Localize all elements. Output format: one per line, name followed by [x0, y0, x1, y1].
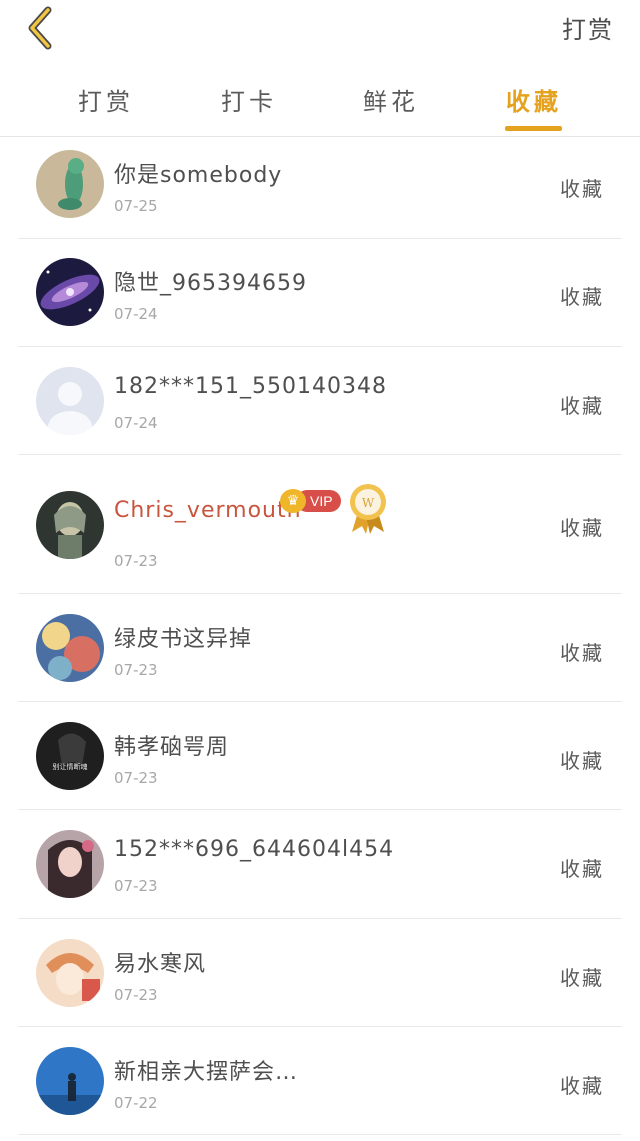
girl-portrait-avatar: [36, 830, 104, 898]
reward-button[interactable]: 打赏: [562, 10, 614, 45]
anime-character-avatar: [36, 491, 104, 559]
user-name: Chris_vermouth: [114, 498, 302, 523]
green-figure-avatar: [36, 150, 104, 218]
user-name: 绿皮书这异掉: [114, 627, 253, 652]
list-item[interactable]: 152***696_644604l454 07-23 收藏: [18, 809, 622, 919]
svg-text:W: W: [362, 496, 375, 510]
date: 07-23: [114, 877, 158, 895]
date: 07-24: [114, 305, 158, 323]
default-person-avatar: [36, 367, 104, 435]
blue-silhouette-avatar: [36, 1047, 104, 1115]
user-name: 韩孝硇咢周: [114, 735, 230, 760]
list-item[interactable]: 绿皮书这异掉 07-23 收藏: [18, 593, 622, 702]
list-item[interactable]: 你是somebody 07-25 收藏: [18, 137, 622, 239]
user-name: 易水寒风: [114, 952, 207, 977]
gold-medal-icon: W: [350, 484, 386, 534]
date: 07-23: [114, 552, 158, 570]
avatar: [36, 830, 104, 898]
avatar: 别让情断魂: [36, 722, 104, 790]
favorite-label: 收藏: [560, 749, 604, 773]
list-item[interactable]: 别让情断魂 韩孝硇咢周 07-23 收藏: [18, 701, 622, 810]
user-name: 你是somebody: [114, 163, 283, 188]
dark-portrait-avatar: 别让情断魂: [36, 722, 104, 790]
favorite-label: 收藏: [560, 394, 604, 418]
user-name: 隐世_965394659: [114, 271, 307, 296]
chevron-left-icon: [28, 6, 52, 50]
avatar: [36, 258, 104, 326]
tab-reward[interactable]: 打赏: [66, 82, 146, 117]
list-item[interactable]: 易水寒风 07-23 收藏: [18, 918, 622, 1027]
avatar: [36, 1047, 104, 1115]
crown-icon: ♛: [280, 489, 306, 513]
favorite-label: 收藏: [560, 857, 604, 881]
date: 07-25: [114, 197, 158, 215]
favorite-label: 收藏: [560, 516, 604, 540]
avatar: [36, 614, 104, 682]
tab-favorites[interactable]: 收藏: [494, 82, 574, 117]
list-item[interactable]: 新相亲大摆萨会… 07-22 收藏: [18, 1026, 622, 1135]
date: 07-23: [114, 661, 158, 679]
avatar: [36, 939, 104, 1007]
date: 07-23: [114, 769, 158, 787]
favorite-label: 收藏: [560, 177, 604, 201]
galaxy-avatar: [36, 258, 104, 326]
active-tab-indicator: [505, 126, 562, 131]
back-button[interactable]: [18, 4, 64, 50]
colorful-art-avatar: [36, 614, 104, 682]
list-item[interactable]: 182***151_550140348 07-24 收藏: [18, 346, 622, 455]
list-item[interactable]: Chris_vermouth ♛ VIP W 07-23 收藏: [18, 454, 622, 594]
top-bar: 打赏: [0, 0, 640, 60]
favorite-label: 收藏: [560, 1074, 604, 1098]
avatar: [36, 367, 104, 435]
user-name: 182***151_550140348: [114, 374, 387, 399]
tab-flowers[interactable]: 鲜花: [351, 82, 431, 117]
date: 07-24: [114, 414, 158, 432]
avatar: [36, 491, 104, 559]
favorite-label: 收藏: [560, 966, 604, 990]
vip-badge: ♛ VIP: [280, 489, 341, 513]
list-item[interactable]: 隐世_965394659 07-24 收藏: [18, 238, 622, 347]
avatar: [36, 150, 104, 218]
anime-boy-avatar: [36, 939, 104, 1007]
favorite-label: 收藏: [560, 641, 604, 665]
date: 07-22: [114, 1094, 158, 1112]
favorite-label: 收藏: [560, 285, 604, 309]
user-name: 新相亲大摆萨会…: [114, 1060, 299, 1085]
date: 07-23: [114, 986, 158, 1004]
tab-checkin[interactable]: 打卡: [209, 82, 289, 117]
avatar-caption: 别让情断魂: [53, 762, 88, 771]
user-name: 152***696_644604l454: [114, 837, 395, 862]
